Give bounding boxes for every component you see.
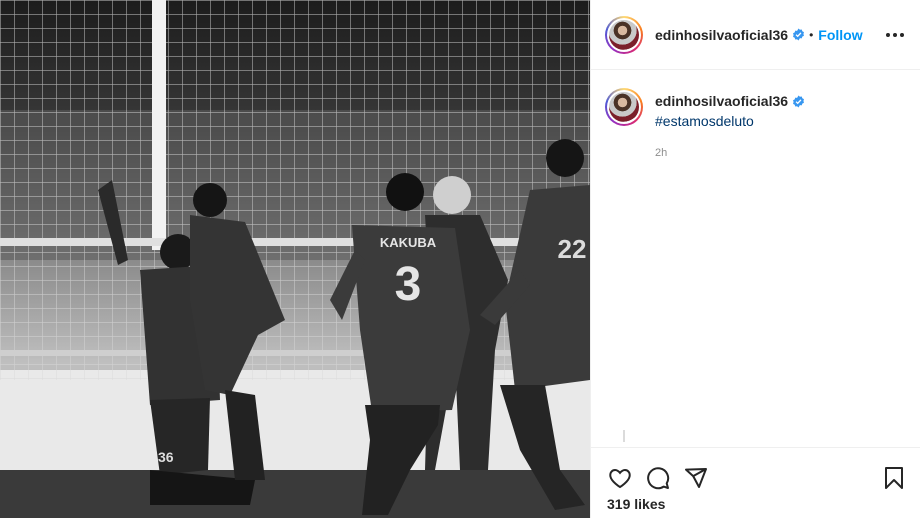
more-options-icon[interactable] [886, 27, 904, 43]
avatar[interactable] [605, 15, 643, 54]
back-player-number-text: 22 [558, 234, 587, 264]
heart-icon[interactable] [607, 465, 633, 491]
avatar-image [609, 19, 639, 50]
post-header: edinhosilvaoficial36 • Follow [591, 0, 920, 70]
comment-scroll-indicator [623, 430, 625, 442]
shorts-number-text: 36 [158, 449, 174, 465]
hashtag-link[interactable]: #estamosdeluto [655, 113, 805, 129]
separator-dot: • [809, 27, 814, 42]
caption-username-link[interactable]: edinhosilvaoficial36 [655, 93, 788, 109]
username-link[interactable]: edinhosilvaoficial36 [655, 27, 788, 43]
verified-badge-icon [792, 28, 805, 41]
post-photo[interactable]: 36 KAKUBA 3 22 [0, 0, 590, 518]
likes-count[interactable]: 319 likes [591, 496, 920, 512]
jersey-name-text: KAKUBA [380, 235, 437, 250]
post-timestamp[interactable]: 2h [655, 147, 805, 159]
post-actions: 319 likes [591, 447, 920, 518]
comment-icon[interactable] [645, 465, 671, 491]
verified-badge-icon [792, 95, 805, 108]
post-panel: edinhosilvaoficial36 • Follow edinhosilv… [590, 0, 920, 518]
post-caption: edinhosilvaoficial36 #estamosdeluto 2h [605, 88, 904, 159]
caption-avatar-image [609, 92, 639, 122]
follow-button[interactable]: Follow [818, 27, 862, 43]
bookmark-icon[interactable] [881, 465, 907, 491]
jersey-number-text: 3 [395, 258, 422, 311]
share-icon[interactable] [683, 465, 709, 491]
caption-avatar[interactable] [605, 88, 643, 126]
